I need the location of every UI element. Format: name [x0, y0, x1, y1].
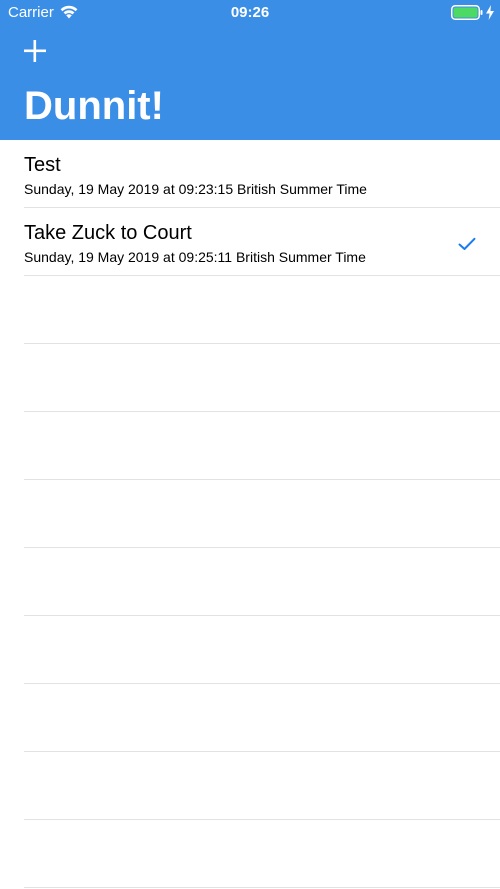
empty-row — [0, 412, 500, 480]
row-divider — [24, 887, 500, 888]
navigation-header: Carrier 09:26 Dunnit! — [0, 0, 500, 140]
empty-row — [0, 616, 500, 684]
status-bar: Carrier 09:26 — [0, 0, 500, 26]
empty-row — [0, 684, 500, 752]
empty-row — [0, 820, 500, 888]
empty-row — [0, 752, 500, 820]
task-date: Sunday, 19 May 2019 at 09:23:15 British … — [24, 181, 367, 197]
page-title: Dunnit! — [24, 84, 164, 128]
battery-icon — [451, 5, 483, 20]
task-list: Test Sunday, 19 May 2019 at 09:23:15 Bri… — [0, 140, 500, 888]
task-row[interactable]: Test Sunday, 19 May 2019 at 09:23:15 Bri… — [0, 140, 500, 208]
empty-row — [0, 276, 500, 344]
empty-row — [0, 548, 500, 616]
task-title: Take Zuck to Court — [24, 222, 192, 244]
status-time: 09:26 — [230, 4, 270, 21]
add-task-button[interactable] — [20, 36, 50, 66]
checkmark-icon — [458, 237, 476, 250]
plus-icon — [24, 40, 46, 62]
empty-row — [0, 480, 500, 548]
task-date: Sunday, 19 May 2019 at 09:25:11 British … — [24, 249, 366, 265]
task-title: Test — [24, 154, 61, 176]
charging-bolt-icon — [486, 5, 494, 20]
task-row[interactable]: Take Zuck to Court Sunday, 19 May 2019 a… — [0, 208, 500, 276]
empty-row — [0, 344, 500, 412]
